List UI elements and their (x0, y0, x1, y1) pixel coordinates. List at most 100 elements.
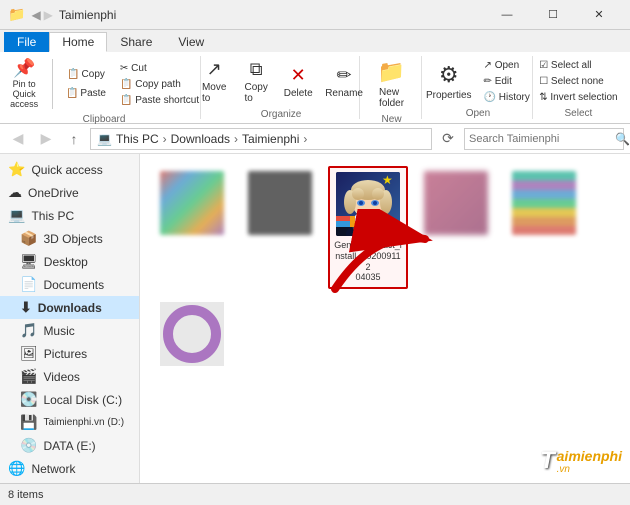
new-folder-button[interactable]: 📁 Newfolder (372, 56, 412, 112)
title-bar: 📁 ◀ ▶ Taimienphi — ☐ ✕ (0, 0, 630, 30)
sidebar-item-videos[interactable]: 🎬 Videos (0, 365, 139, 388)
sidebar-item-network[interactable]: 🌐 Network (0, 457, 139, 480)
path-downloads[interactable]: Downloads (171, 132, 230, 146)
tab-share[interactable]: Share (107, 32, 165, 52)
sidebar-item-taimienphi-d[interactable]: 💾 Taimienphi.vn (D:) (0, 411, 139, 434)
search-icon: 🔍 (615, 132, 630, 146)
select-label: Select (565, 106, 593, 119)
tab-home[interactable]: Home (49, 32, 107, 52)
svg-text:★: ★ (382, 173, 393, 187)
ribbon-group-new: 📁 Newfolder New (362, 56, 422, 119)
copy-path-button[interactable]: 📋 Copy path (115, 77, 204, 92)
path-this-pc[interactable]: This PC (116, 132, 159, 146)
path-home-icon: 💻 (97, 132, 112, 146)
address-bar: ◀ ▶ ↑ 💻 This PC › Downloads › Taimienphi… (0, 124, 630, 154)
genshin-svg: ★ miHoYo (336, 172, 400, 236)
window-title: Taimienphi (59, 8, 116, 22)
status-bar: 8 items (0, 483, 630, 505)
paste-button[interactable]: 📋 Paste (61, 85, 111, 102)
title-icons: ◀ ▶ (31, 8, 52, 22)
file-item-genshin[interactable]: ★ miHoYo GenshinImpact_install_202009112… (328, 166, 408, 289)
copy-to-button[interactable]: ⧉ Copyto (236, 56, 276, 107)
open-label: Open (466, 106, 490, 119)
search-box: 🔍 (464, 128, 624, 150)
copy-button[interactable]: 📋 Copy (61, 66, 111, 83)
disk-c-icon: 💽 (20, 391, 37, 408)
watermark-sub: .vn (557, 464, 622, 475)
move-to-button[interactable]: ↗ Moveto (194, 56, 234, 107)
file-item-4[interactable] (416, 166, 496, 289)
sidebar-item-desktop[interactable]: 🖥 Desktop (0, 250, 139, 273)
edit-button[interactable]: ✏ Edit (479, 74, 535, 89)
sidebar-item-onedrive[interactable]: ☁ OneDrive (0, 181, 139, 204)
up-button[interactable]: ↑ (62, 127, 86, 151)
pin-to-quick-access-button[interactable]: 📌 Pin to Quickaccess (4, 56, 44, 112)
properties-icon: ⚙ (439, 62, 459, 88)
clipboard-buttons: 📌 Pin to Quickaccess 📋 Copy 📋 Paste ✂ Cu… (4, 56, 204, 112)
copy-icon: 📋 (67, 69, 79, 80)
properties-button[interactable]: ⚙ Properties (421, 59, 477, 104)
pin-icon: 📌 (13, 59, 35, 77)
invert-selection-button[interactable]: ⇅ Invert selection (534, 90, 622, 105)
close-button[interactable]: ✕ (576, 0, 622, 30)
cut-button[interactable]: ✂ Cut (115, 61, 204, 76)
delete-icon: ✕ (291, 65, 306, 86)
rename-button[interactable]: ✏ Rename (320, 62, 368, 102)
downloads-label: Downloads (38, 301, 102, 315)
file-item-2[interactable] (240, 166, 320, 289)
forward-button[interactable]: ▶ (34, 127, 58, 151)
item-count: 8 items (8, 489, 43, 501)
sidebar-item-pictures[interactable]: 🖼 Pictures (0, 342, 139, 365)
file-item-5[interactable] (504, 166, 584, 289)
folder-icon: 📁 (8, 6, 25, 23)
rename-icon: ✏ (337, 65, 352, 86)
file-item-1[interactable] (152, 166, 232, 289)
tab-file[interactable]: File (4, 32, 49, 52)
sidebar-item-data-e[interactable]: 💿 DATA (E:) (0, 434, 139, 457)
documents-icon: 📄 (20, 276, 37, 293)
sidebar-item-3d-objects[interactable]: 📦 3D Objects (0, 227, 139, 250)
refresh-button[interactable]: ⟳ (436, 127, 460, 151)
search-input[interactable] (469, 133, 611, 145)
ribbon-group-open: ⚙ Properties ↗ Open ✏ Edit 🕐 History Ope… (424, 56, 533, 119)
select-none-button[interactable]: ☐ Select none (534, 74, 622, 89)
new-label: New (382, 112, 402, 125)
file-grid: ★ miHoYo GenshinImpact_install_202009112… (140, 154, 630, 387)
sidebar-item-music[interactable]: 🎵 Music (0, 319, 139, 342)
open-buttons: ⚙ Properties ↗ Open ✏ Edit 🕐 History (421, 56, 535, 106)
address-path[interactable]: 💻 This PC › Downloads › Taimienphi › (90, 128, 432, 150)
file-thumb-4 (424, 171, 488, 235)
back-button[interactable]: ◀ (6, 127, 30, 151)
maximize-button[interactable]: ☐ (530, 0, 576, 30)
ribbon-group-organize: ↗ Moveto ⧉ Copyto ✕ Delete ✏ Rename Orga… (203, 56, 360, 119)
history-button[interactable]: 🕐 History (479, 90, 535, 105)
paste-shortcut-button[interactable]: 📋 Paste shortcut (115, 93, 204, 108)
delete-button[interactable]: ✕ Delete (278, 62, 318, 102)
sidebar-item-quick-access[interactable]: ⭐ Quick access (0, 158, 139, 181)
sidebar-item-downloads[interactable]: ⬇ Downloads (0, 296, 139, 319)
svg-text:miHoYo: miHoYo (356, 229, 380, 236)
sidebar-item-local-disk-c[interactable]: 💽 Local Disk (C:) (0, 388, 139, 411)
file-item-6[interactable] (152, 297, 232, 375)
select-small-group: ☑ Select all ☐ Select none ⇅ Invert sele… (534, 58, 622, 105)
sidebar-item-documents[interactable]: 📄 Documents (0, 273, 139, 296)
ribbon-tabs: File Home Share View (0, 30, 630, 52)
watermark-t: T (540, 447, 555, 475)
open-button[interactable]: ↗ Open (479, 58, 535, 73)
select-all-button[interactable]: ☑ Select all (534, 58, 622, 73)
back-icon: ◀ (31, 8, 40, 22)
this-pc-icon: 💻 (8, 207, 25, 224)
desktop-icon: 🖥 (20, 253, 38, 270)
3d-objects-icon: 📦 (20, 230, 37, 247)
watermark-name: aimienphi (557, 448, 622, 464)
tab-view[interactable]: View (165, 32, 217, 52)
file-thumb-genshin: ★ miHoYo (336, 172, 400, 236)
path-taimienphi[interactable]: Taimienphi (242, 132, 299, 146)
minimize-button[interactable]: — (484, 0, 530, 30)
videos-icon: 🎬 (20, 368, 37, 385)
clipboard-small-group: ✂ Cut 📋 Copy path 📋 Paste shortcut (115, 61, 204, 108)
ribbon-group-clipboard: 📌 Pin to Quickaccess 📋 Copy 📋 Paste ✂ Cu… (8, 56, 201, 119)
organize-buttons: ↗ Moveto ⧉ Copyto ✕ Delete ✏ Rename (194, 56, 368, 107)
sidebar-item-this-pc[interactable]: 💻 This PC (0, 204, 139, 227)
downloads-icon: ⬇ (20, 299, 32, 316)
